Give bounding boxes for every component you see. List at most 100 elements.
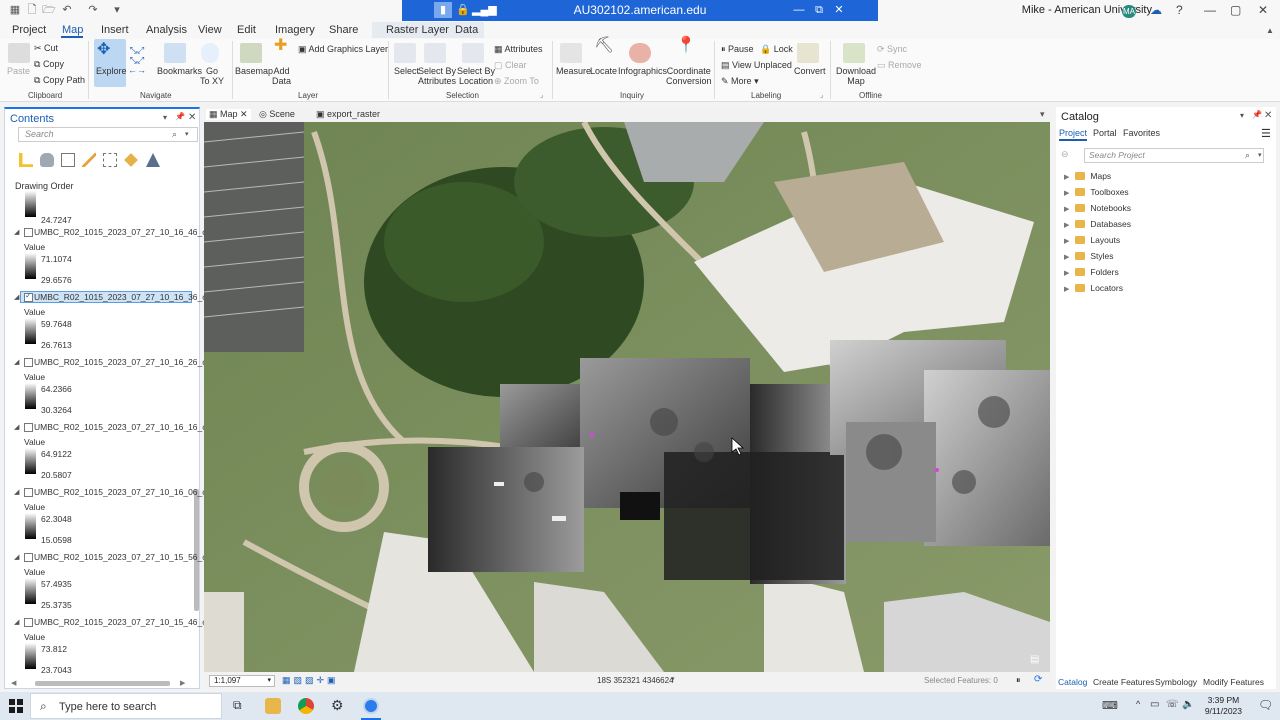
map-nav-tools-icon[interactable]: ▦▧▨✛▣ <box>282 675 339 686</box>
horizontal-scrollbar[interactable] <box>35 681 170 686</box>
customize-qat-icon[interactable]: ▾ <box>110 3 124 17</box>
measure-button[interactable]: Measure <box>556 66 591 76</box>
undo-icon[interactable]: ↶ <box>60 3 74 17</box>
map-canvas[interactable]: ▤ <box>204 122 1050 672</box>
attributes-button[interactable]: ▦ Attributes <box>494 44 543 54</box>
expand-icon[interactable]: ▶ <box>1064 238 1069 245</box>
catalog-item-toolboxes[interactable]: ▶ Toolboxes <box>1064 187 1129 197</box>
close-pane-icon[interactable]: ✕ <box>188 112 196 123</box>
zoom-to-button[interactable]: ⊕ Zoom To <box>494 76 539 86</box>
scale-dropdown[interactable]: 1:1,097 ▾ <box>209 675 275 687</box>
layer-name[interactable]: UMBC_R02_1015_2023_07_27_10_15_46_corr. <box>34 617 219 627</box>
layer-visibility-checkbox[interactable] <box>24 488 33 497</box>
tab-map-view[interactable]: ▦ Map ✕ <box>206 109 251 120</box>
expand-layer-icon[interactable]: ◢ <box>14 228 19 236</box>
list-by-selection-icon[interactable] <box>61 153 75 167</box>
tab-imagery[interactable]: Imagery <box>275 24 315 36</box>
layer-name[interactable]: UMBC_R02_1015_2023_07_27_10_15_56_corr. <box>34 552 219 562</box>
tab-edit[interactable]: Edit <box>237 24 256 36</box>
color-ramp[interactable] <box>25 578 36 604</box>
map-tabs-menu-icon[interactable]: ▾ <box>1040 109 1045 120</box>
layer-visibility-checkbox[interactable] <box>24 618 33 627</box>
expand-layer-icon[interactable]: ◢ <box>14 293 19 301</box>
expand-icon[interactable]: ▶ <box>1064 190 1069 197</box>
tab-map[interactable]: Map <box>62 24 83 36</box>
pane-tab-catalog[interactable]: Catalog <box>1058 677 1087 687</box>
clear-button[interactable]: ▢ Clear <box>494 60 527 70</box>
layer-name[interactable]: UMBC_R02_1015_2023_07_27_10_16_06_corr. <box>34 487 219 497</box>
bookmarks-button[interactable]: Bookmarks <box>157 66 202 76</box>
collapse-ribbon-icon[interactable]: ▲ <box>1266 26 1274 35</box>
catalog-pin-icon[interactable]: 📌 <box>1252 110 1262 119</box>
catalog-search-icon[interactable]: ⌕ <box>1245 150 1250 161</box>
add-graphics-layer-button[interactable]: ▣ Add Graphics Layer <box>298 44 388 54</box>
show-hidden-icons-icon[interactable]: ^ <box>1136 699 1140 709</box>
sync-button[interactable]: ⟳ Sync <box>877 44 907 54</box>
tab-scene-view[interactable]: ◎ Scene <box>259 109 295 120</box>
expand-layer-icon[interactable]: ◢ <box>14 488 19 496</box>
labeling-dialog-launcher-icon[interactable]: ⌟ <box>820 91 823 99</box>
dialog-launcher-icon[interactable]: ⌟ <box>540 91 543 99</box>
expand-icon[interactable]: ▶ <box>1064 270 1069 277</box>
expand-icon[interactable]: ▶ <box>1064 174 1069 181</box>
layer-name[interactable]: UMBC_R02_1015_2023_07_27_10_16_26_corr. <box>34 357 219 367</box>
tab-raster-layer[interactable]: Raster Layer <box>386 24 449 36</box>
catalog-search-options-icon[interactable]: ▾ <box>1258 151 1262 159</box>
add-data-button[interactable]: Add Data <box>272 66 291 86</box>
notifications-icon[interactable]: 🗨 <box>1258 698 1273 712</box>
expand-layer-icon[interactable]: ◢ <box>14 553 19 561</box>
user-avatar[interactable]: MA <box>1122 5 1136 18</box>
color-ramp[interactable] <box>25 643 36 669</box>
windows-start-icon[interactable] <box>9 699 23 713</box>
layer-visibility-checkbox[interactable] <box>24 553 33 562</box>
refresh-icon[interactable]: ⟳ <box>1034 674 1042 685</box>
pin-pane-icon[interactable]: 📌 <box>175 112 185 121</box>
remote-minimize-icon[interactable]: — <box>790 2 808 18</box>
catalog-item-folders[interactable]: ▶ Folders <box>1064 267 1119 277</box>
keyboard-icon[interactable]: ⌨ <box>1102 699 1118 712</box>
layer-visibility-checkbox[interactable] <box>24 228 33 237</box>
expand-icon[interactable]: ▶ <box>1064 222 1069 229</box>
copy-button[interactable]: ⧉ Copy <box>34 59 64 69</box>
new-project-icon[interactable]: 🗋 <box>25 3 39 17</box>
catalog-search-input[interactable]: Search Project <box>1084 148 1264 163</box>
color-ramp[interactable] <box>25 448 36 474</box>
remove-button[interactable]: ▭ Remove <box>877 60 922 70</box>
color-ramp[interactable] <box>25 253 36 279</box>
notification-icon[interactable]: ☁ <box>1150 3 1162 17</box>
download-map-button[interactable]: Download Map <box>836 66 876 86</box>
chrome-icon[interactable] <box>298 698 314 714</box>
list-by-perspective-icon[interactable] <box>146 153 160 167</box>
minimize-icon[interactable]: — <box>1204 3 1216 17</box>
help-icon[interactable]: ? <box>1176 3 1183 17</box>
taskbar-search-box[interactable]: ⌕ Type here to search <box>30 693 222 719</box>
pause-drawing-icon[interactable]: ⏸ <box>1016 675 1021 686</box>
locate-button[interactable]: Locate <box>590 66 617 76</box>
vertical-scrollbar[interactable] <box>194 489 199 611</box>
convert-button[interactable]: Convert <box>794 66 826 76</box>
pause-button[interactable]: ⏸ Pause <box>721 44 754 54</box>
catalog-item-styles[interactable]: ▶ Styles <box>1064 251 1114 261</box>
scroll-right-icon[interactable]: ▶ <box>180 679 185 687</box>
file-explorer-icon[interactable] <box>265 698 281 714</box>
infographics-button[interactable]: Infographics <box>618 66 667 76</box>
list-by-editing-icon[interactable] <box>82 153 96 167</box>
layer-visibility-checkbox[interactable]: ✓ <box>24 291 33 302</box>
color-ramp[interactable] <box>25 383 36 409</box>
coordinate-format-icon[interactable]: ▾ <box>671 675 675 683</box>
layer-visibility-checkbox[interactable] <box>24 358 33 367</box>
color-ramp[interactable] <box>25 513 36 539</box>
catalog-tab-project[interactable]: Project <box>1059 128 1088 141</box>
basemap-button[interactable]: Basemap <box>235 66 273 76</box>
catalog-tab-favorites[interactable]: Favorites <box>1123 128 1160 138</box>
catalog-close-icon[interactable]: ✕ <box>1264 110 1272 121</box>
zoom-tools-icon[interactable]: ⤡⤢ ⤡⤢ ←→ <box>128 45 146 75</box>
remote-restore-icon[interactable]: ⧉ <box>810 2 828 18</box>
settings-gear-icon[interactable]: ⚙ <box>331 697 344 714</box>
taskbar-clock[interactable]: 3:39 PM 9/11/2023 <box>1205 695 1242 717</box>
catalog-menu-icon[interactable]: ☰ <box>1261 127 1271 140</box>
pane-tab-create-features[interactable]: Create Features <box>1093 677 1154 687</box>
layer-name[interactable]: UMBC_R02_1015_2023_07_27_10_16_36_corr. <box>34 292 219 302</box>
color-ramp[interactable] <box>25 318 36 344</box>
lock-button[interactable]: 🔒 Lock <box>760 44 793 54</box>
